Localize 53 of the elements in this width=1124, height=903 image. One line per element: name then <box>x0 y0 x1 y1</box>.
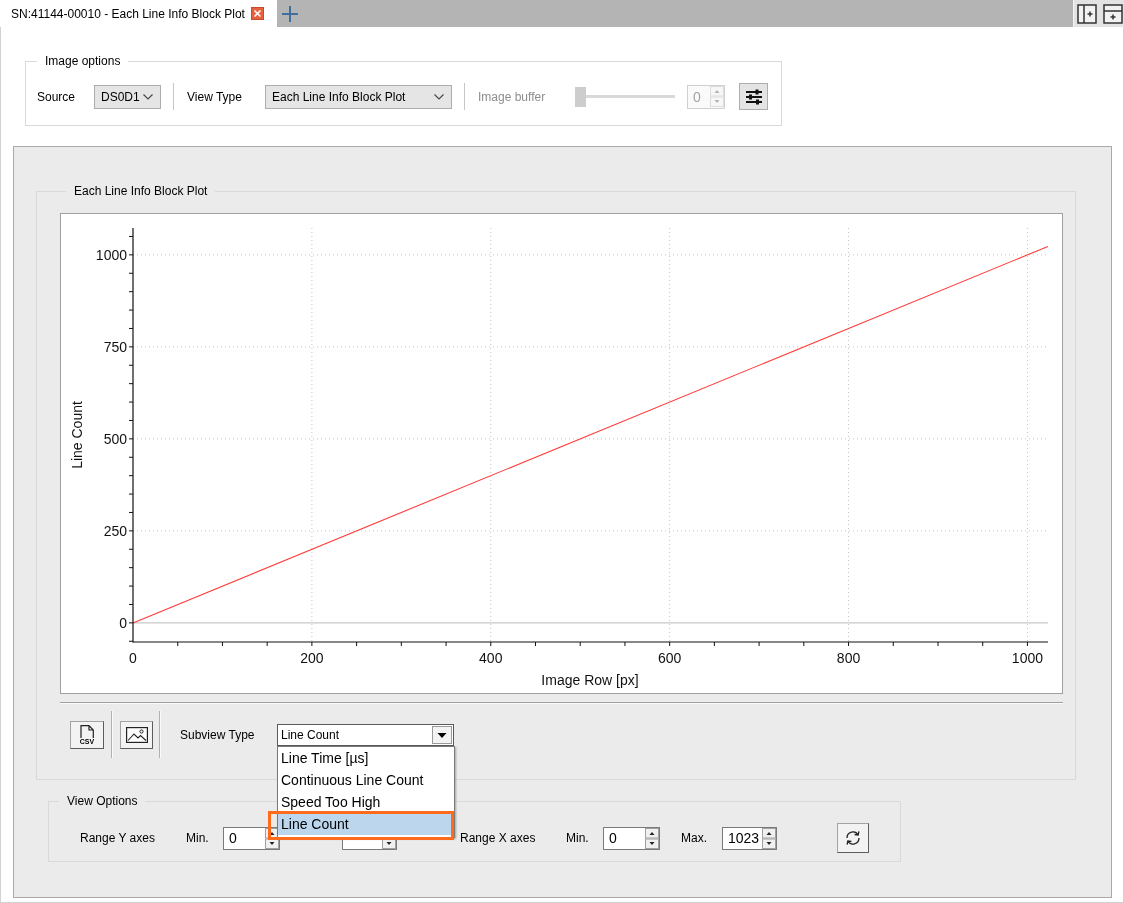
field-label: Max. <box>681 831 708 845</box>
split-vertical-icon[interactable] <box>1077 3 1097 24</box>
number-field[interactable]: 0 <box>223 826 280 850</box>
x-axis-title: Image Row [px] <box>541 672 639 688</box>
view-type-dropdown[interactable]: Each Line Info Block Plot <box>265 84 452 109</box>
number-field[interactable]: 1023 <box>722 826 777 850</box>
refresh-button[interactable] <box>837 823 869 853</box>
file-icon <box>80 724 94 738</box>
y-axis-title: Line Count <box>69 401 85 469</box>
group-title: Image options <box>44 54 122 68</box>
settings-button[interactable] <box>739 83 768 110</box>
x-tick-label: 0 <box>129 650 137 666</box>
dropdown-option[interactable]: Speed Too High <box>278 790 454 813</box>
dropdown-option[interactable]: Line Count <box>278 812 454 835</box>
field-label: Range Y axes <box>80 831 156 845</box>
x-tick-label: 600 <box>658 650 682 666</box>
group-title: View Options <box>66 794 139 808</box>
close-icon[interactable] <box>250 7 264 20</box>
field-label: Min. <box>566 831 590 845</box>
x-tick-label: 400 <box>479 650 503 666</box>
stepper-icon[interactable] <box>762 827 776 849</box>
field-label: Source <box>37 89 77 104</box>
refresh-icon <box>844 829 862 847</box>
caret-icon[interactable] <box>432 725 452 744</box>
y-tick-label: 250 <box>103 522 127 539</box>
plus-icon[interactable] <box>280 4 299 23</box>
y-tick-label: 500 <box>103 430 127 447</box>
field-label: Min. <box>186 831 210 845</box>
chevron-down-icon <box>143 93 153 100</box>
dropdown-option[interactable]: Continuous Line Count <box>278 768 454 791</box>
x-tick-label: 1000 <box>1011 650 1043 666</box>
field-label: Image buffer <box>478 89 547 104</box>
x-tick-label: 800 <box>836 650 861 666</box>
stepper-icon[interactable] <box>265 827 279 849</box>
y-tick-label: 750 <box>103 338 127 355</box>
group-title: Each Line Info Block Plot <box>73 184 209 198</box>
dropdown-option[interactable]: Line Time [µs] <box>278 746 454 769</box>
field-label: Subview Type <box>180 727 256 742</box>
source-dropdown[interactable]: DS0D1 <box>94 84 161 109</box>
subview-dropdown[interactable]: Line Count <box>277 723 454 746</box>
export-image-button[interactable] <box>120 720 153 749</box>
x-tick-label: 200 <box>300 650 324 666</box>
number-field[interactable]: 0 <box>603 826 660 850</box>
field-label: Range X axes <box>460 831 537 845</box>
split-horizontal-icon[interactable] <box>1103 3 1123 24</box>
image-icon <box>125 726 148 743</box>
chevron-down-icon <box>434 93 444 100</box>
y-tick-label: 1000 <box>95 246 127 263</box>
y-tick-label: 0 <box>119 614 127 631</box>
field-label: View Type <box>187 89 243 104</box>
sliders-icon <box>744 88 763 105</box>
document-tab[interactable]: SN:41144-00010 - Each Line Info Block Plot <box>0 0 277 27</box>
stepper-icon[interactable] <box>645 827 659 849</box>
